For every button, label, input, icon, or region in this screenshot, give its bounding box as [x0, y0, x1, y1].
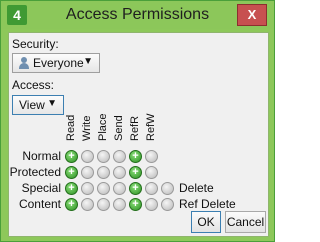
column-header-refw: RefW [145, 113, 157, 142]
security-label: Security: [12, 37, 59, 51]
permission-off-toggle[interactable] [81, 182, 94, 195]
permission-off-toggle[interactable] [97, 198, 110, 211]
permission-off-toggle[interactable] [145, 198, 158, 211]
column-header-write: Write [81, 115, 93, 141]
chevron-down-icon: ▼ [83, 56, 93, 67]
permission-on-toggle[interactable]: + [65, 198, 78, 211]
permission-off-toggle[interactable] [145, 182, 158, 195]
permission-on-toggle[interactable]: + [129, 166, 142, 179]
permission-on-toggle[interactable]: + [129, 198, 142, 211]
window-title: Access Permissions [65, 6, 210, 23]
permission-off-toggle[interactable] [81, 150, 94, 163]
permission-off-toggle[interactable] [113, 198, 126, 211]
row-label-normal: Normal [22, 149, 61, 163]
close-button[interactable]: X [237, 4, 267, 26]
access-value: View [19, 98, 45, 112]
user-icon [18, 57, 30, 69]
column-header-place: Place [97, 113, 109, 141]
row-extra-label: Ref Delete [179, 197, 236, 211]
permission-off-toggle[interactable] [145, 150, 158, 163]
access-label: Access: [12, 78, 55, 92]
permission-off-toggle[interactable] [97, 182, 110, 195]
access-permissions-window: 4 Access Permissions X Security: Everyon… [0, 0, 275, 242]
security-dropdown[interactable]: Everyone ▼ [12, 53, 100, 73]
permission-on-toggle[interactable]: + [65, 166, 78, 179]
access-dropdown[interactable]: View ▼ [12, 95, 64, 115]
permission-off-toggle[interactable] [81, 198, 94, 211]
permission-off-toggle[interactable] [161, 198, 174, 211]
permission-off-toggle[interactable] [81, 166, 94, 179]
row-label-content: Content [18, 197, 61, 211]
row-label-special: Special [21, 181, 61, 195]
row-extra-label: Delete [179, 181, 214, 195]
permission-off-toggle[interactable] [113, 182, 126, 195]
permission-on-toggle[interactable]: + [129, 150, 142, 163]
permission-off-toggle[interactable] [113, 150, 126, 163]
row-label-protected: Protected [9, 165, 61, 179]
permission-on-toggle[interactable]: + [65, 150, 78, 163]
permission-off-toggle[interactable] [145, 166, 158, 179]
column-header-read: Read [65, 114, 77, 141]
security-value: Everyone [33, 56, 84, 70]
dialog-body: Security: Everyone ▼ Access: View ▼ Read… [8, 32, 269, 237]
chevron-down-icon: ▼ [47, 98, 57, 109]
permission-on-toggle[interactable]: + [65, 182, 78, 195]
column-header-send: Send [113, 115, 125, 141]
permission-off-toggle[interactable] [97, 166, 110, 179]
permission-off-toggle[interactable] [97, 150, 110, 163]
ok-button[interactable]: OK [191, 211, 221, 233]
cancel-button[interactable]: Cancel [225, 211, 266, 233]
title-bar[interactable]: 4 Access Permissions X [1, 1, 274, 29]
permission-off-toggle[interactable] [161, 182, 174, 195]
column-header-refr: RefR [129, 115, 141, 141]
permission-off-toggle[interactable] [113, 166, 126, 179]
permission-on-toggle[interactable]: + [129, 182, 142, 195]
